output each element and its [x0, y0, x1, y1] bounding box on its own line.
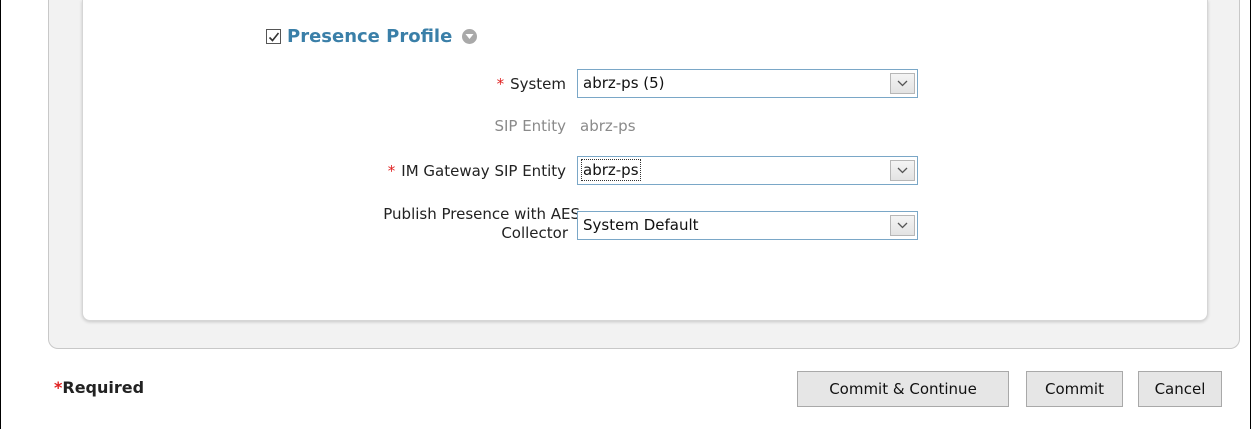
system-select[interactable]: abrz-ps (5) — [577, 69, 918, 98]
system-select-value: abrz-ps (5) — [583, 74, 665, 92]
presence-profile-checkbox[interactable] — [266, 29, 281, 44]
chevron-down-icon — [897, 167, 908, 174]
presence-profile-header: Presence Profile — [266, 26, 478, 47]
cancel-button[interactable]: Cancel — [1138, 371, 1222, 407]
publish-presence-label: Publish Presence with AES Collector — [383, 205, 580, 242]
commit-continue-button[interactable]: Commit & Continue — [797, 371, 1009, 407]
sip-entity-value: abrz-ps — [580, 117, 636, 135]
chevron-down-icon — [897, 80, 908, 87]
chevron-down-icon[interactable] — [462, 29, 478, 44]
system-label: * System — [496, 75, 566, 93]
dropdown-button[interactable] — [890, 73, 915, 94]
publish-presence-select[interactable]: System Default — [577, 211, 918, 240]
commit-button[interactable]: Commit — [1026, 371, 1123, 407]
im-gateway-select[interactable]: abrz-ps — [577, 156, 918, 185]
sip-entity-label: SIP Entity — [494, 117, 566, 135]
chevron-down-icon — [897, 222, 908, 229]
required-note: *Required — [54, 378, 145, 397]
im-gateway-label: * IM Gateway SIP Entity — [387, 162, 566, 180]
dropdown-button[interactable] — [890, 215, 915, 236]
im-gateway-select-value: abrz-ps — [581, 159, 641, 181]
dropdown-button[interactable] — [890, 160, 915, 181]
publish-presence-select-value: System Default — [583, 216, 699, 234]
presence-profile-title: Presence Profile — [287, 26, 453, 47]
checkmark-icon — [268, 32, 279, 42]
